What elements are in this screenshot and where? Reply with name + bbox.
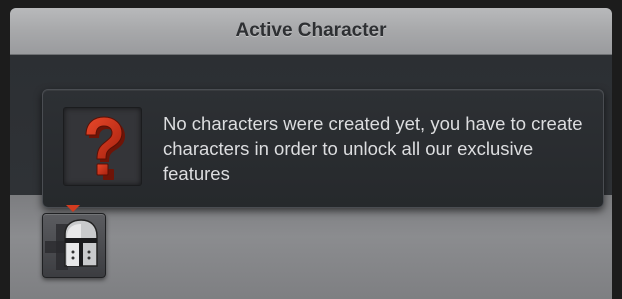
tooltip-message: No characters were created yet, you have… bbox=[163, 113, 583, 184]
question-mark-icon bbox=[63, 107, 142, 186]
panel-title: Active Character bbox=[235, 20, 387, 41]
panel-header: Active Character bbox=[10, 8, 612, 55]
no-characters-tooltip: No characters were created yet, you have… bbox=[42, 89, 604, 208]
knight-helmet-icon bbox=[45, 219, 98, 270]
red-arrow-indicator bbox=[66, 205, 80, 212]
character-slot-button[interactable] bbox=[42, 213, 106, 278]
